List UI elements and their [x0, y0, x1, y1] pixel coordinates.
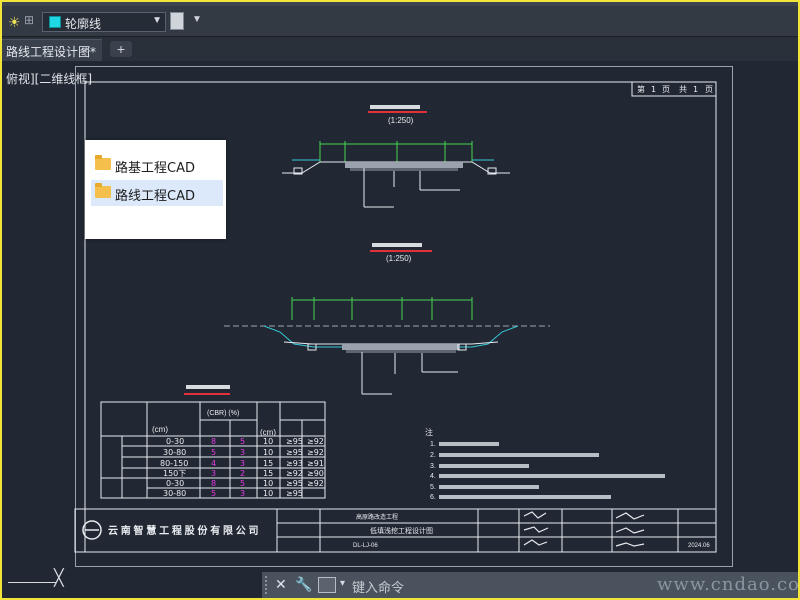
wrench-icon[interactable]: 🔧 [295, 576, 312, 593]
table-cell: ≥90 [307, 469, 324, 478]
table-cell: 3 [240, 489, 245, 498]
note-number: 2. [430, 452, 436, 459]
drawing-number: DL-LJ-06 [353, 543, 378, 549]
note-number: 1. [430, 441, 436, 448]
table-cell: 5 [240, 437, 245, 446]
command-prompt-icon[interactable] [318, 577, 336, 593]
table-cell: 2 [240, 469, 245, 478]
table-cell: ≥95 [286, 479, 303, 488]
note-number: 4. [430, 473, 436, 480]
table-cell: ≥95 [286, 437, 303, 446]
list-item-label: 路基工程CAD [115, 161, 195, 176]
table-title-bar [186, 385, 230, 389]
section1-pavement [345, 162, 463, 168]
page-text-4: 1 [693, 85, 698, 94]
command-input[interactable]: 键入命令 [352, 577, 404, 596]
signature-mark [615, 527, 645, 534]
cad-application-window: ☀ ⊞ 轮廓线 ▼ ▼ 路线工程设计图* × + 俯视][二维线框] 第 1 页… [0, 0, 800, 600]
table-cell: 3 [240, 459, 245, 468]
signature-mark [615, 512, 645, 520]
table-cell: ≥91 [307, 459, 324, 468]
table-cell: 10 [263, 479, 273, 488]
cad-drawing-canvas[interactable]: 第 1 页 共 1 页 (1:250) (1:250) (cm) (CBR) (… [2, 2, 798, 598]
table-cell: 8 [211, 479, 216, 488]
title-block: 云 南 智 慧 工 程 股 份 有 限 公 司 高原路改造工程 低填浅挖工程设计… [74, 508, 717, 553]
section2-title-bar [372, 243, 422, 247]
table-cell: 10 [263, 437, 273, 446]
table-header-cm: (cm) [260, 428, 276, 437]
list-item-label: 路线工程CAD [115, 189, 195, 204]
table-cell: 0-30 [166, 479, 184, 488]
project-name: 高原路改造工程 [356, 513, 398, 521]
drawing-title: 低填浅挖工程设计图 [370, 526, 433, 535]
page-text-5: 页 [705, 85, 713, 94]
ucs-x-axis-icon: ╳ [54, 570, 64, 587]
list-item-roadbed-cad[interactable]: 路基工程CAD [91, 152, 223, 178]
table-cell: ≥92 [307, 479, 324, 488]
table-cell: ≥95 [286, 489, 303, 498]
table-cell: 3 [211, 469, 216, 478]
table-cell: ≥92 [307, 437, 324, 446]
note-number: 5. [430, 484, 436, 491]
table-cell: 3 [240, 448, 245, 457]
signature-mark [523, 511, 547, 519]
table-cell: ≥92 [307, 448, 324, 457]
drag-handle[interactable] [265, 576, 271, 594]
page-text-1: 1 [651, 85, 656, 94]
page-text-2: 页 [662, 85, 670, 94]
table-cell: 4 [211, 459, 216, 468]
table-cell: 80-150 [160, 459, 188, 468]
table-cell: ≥93 [286, 459, 303, 468]
folder-icon [95, 155, 111, 170]
table-cell: 8 [211, 437, 216, 446]
signature-mark [615, 542, 645, 547]
close-icon[interactable]: ✕ [275, 576, 287, 593]
file-list-popup: 路基工程CAD 路线工程CAD [85, 140, 226, 239]
section2-scale: (1:250) [386, 254, 412, 263]
page-indicator: 第 1 页 共 1 页 [637, 84, 713, 94]
drawing-date: 2024.06 [688, 543, 710, 549]
table-cell: 5 [211, 448, 216, 457]
watermark-text: www.cndao.com [657, 574, 800, 595]
page-text-0: 第 [637, 84, 645, 94]
list-item-route-cad[interactable]: 路线工程CAD [91, 180, 223, 206]
note-number: 3. [430, 463, 436, 470]
table-cell: 15 [263, 459, 273, 468]
notes-title: 注 [425, 427, 433, 437]
table-cell: 30-80 [163, 489, 186, 498]
chevron-down-icon[interactable]: ▾ [340, 578, 345, 589]
folder-icon [95, 183, 111, 198]
table-cell: ≥95 [286, 448, 303, 457]
section1-scale: (1:250) [388, 116, 414, 125]
table-cell: 0-30 [166, 437, 184, 446]
table-header-units: (cm) [152, 425, 168, 434]
company-name: 云 南 智 慧 工 程 股 份 有 限 公 司 [108, 524, 259, 537]
table-header-cbr: (CBR) (%) [207, 410, 239, 417]
table-cell: 5 [211, 489, 216, 498]
table-cell: 15 [263, 469, 273, 478]
table-cell: 30-80 [163, 448, 186, 457]
section1-title-bar [370, 105, 420, 109]
signature-mark [523, 539, 548, 546]
compaction-table: (cm) (CBR) (%) (cm) 0-30 8 5 10 ≥95 ≥92 … [100, 385, 326, 499]
table-cell: ≥92 [286, 469, 303, 478]
ucs-axis-line [8, 582, 56, 583]
page-text-3: 共 [679, 85, 687, 94]
table-cell: 150下 [163, 469, 186, 478]
design-notes: 注 1. 2. 3. 4. 5. 6. [425, 427, 665, 501]
cross-section-2: (1:250) [224, 243, 550, 395]
table-cell: 10 [263, 489, 273, 498]
note-number: 6. [430, 494, 436, 501]
signature-mark [523, 526, 549, 533]
table-cell: 10 [263, 448, 273, 457]
section2-pavement [342, 344, 460, 350]
table-cell: 5 [240, 479, 245, 488]
cross-section-1: (1:250) [282, 105, 510, 208]
